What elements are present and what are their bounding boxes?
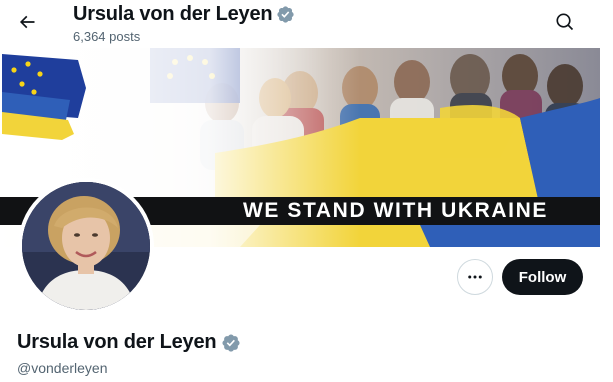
more-options-button[interactable] [457, 259, 493, 295]
follow-button[interactable]: Follow [502, 259, 583, 295]
header-title: Ursula von der Leyen [73, 3, 273, 25]
arrow-left-icon [19, 15, 35, 29]
search-icon [556, 13, 574, 31]
search-button[interactable] [548, 5, 582, 39]
scrollbar[interactable] [603, 0, 613, 382]
avatar-portrait [22, 182, 150, 310]
header-title-group: Ursula von der Leyen [73, 3, 295, 26]
verified-badge-icon [277, 6, 295, 23]
posts-count: 6,364 posts [73, 29, 141, 44]
profile-name-group: Ursula von der Leyen [17, 331, 241, 354]
verified-badge-icon[interactable] [221, 333, 241, 353]
avatar[interactable] [18, 178, 154, 314]
more-dots-icon [468, 275, 482, 279]
back-button[interactable] [10, 5, 44, 39]
user-handle: @vonderleyen [17, 360, 108, 376]
display-name: Ursula von der Leyen [17, 331, 217, 353]
top-bar: Ursula von der Leyen 6,364 posts [0, 0, 613, 48]
